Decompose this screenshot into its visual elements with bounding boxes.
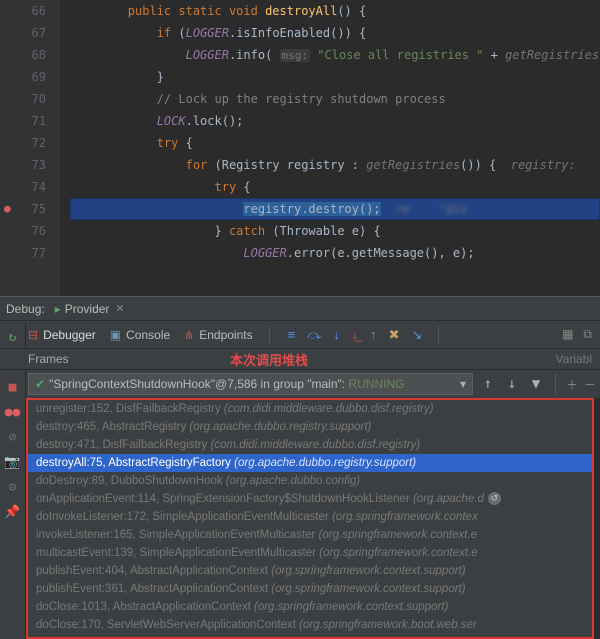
force-step-into-icon[interactable]: ↓̲ [352, 327, 359, 343]
line-number: 74 [0, 176, 46, 198]
run-icon: ▸ [55, 302, 61, 316]
console-icon: ▣ [110, 328, 121, 342]
debugger-icon: ⊟ [28, 328, 38, 342]
step-into-icon[interactable]: ↓ [333, 327, 340, 343]
separator [438, 326, 439, 344]
stack-frame[interactable]: destroy:465, AbstractRegistry (org.apach… [28, 418, 592, 436]
step-over-icon[interactable]: ⤼ [307, 327, 321, 343]
trace-current-stream-icon[interactable]: ⧉ [583, 327, 592, 342]
chevron-down-icon[interactable]: ▾ [460, 377, 466, 391]
mute-breakpoints-icon[interactable]: ⊘ [9, 430, 17, 445]
tab-debugger[interactable]: ⊟ Debugger [28, 328, 96, 342]
stack-frame[interactable]: multicastEvent:139, SimpleApplicationEve… [28, 544, 592, 562]
line-number: 72 [0, 132, 46, 154]
stack-frame[interactable]: doClose:1013, AbstractApplicationContext… [28, 598, 592, 616]
line-number: 67 [0, 22, 46, 44]
tab-endpoints-label: Endpoints [199, 328, 252, 342]
tab-console[interactable]: ▣ Console [110, 328, 170, 342]
stack-frame[interactable]: invokeListener:165, SimpleApplicationEve… [28, 526, 592, 544]
line-number: 70 [0, 88, 46, 110]
line-number: 75 [32, 202, 46, 216]
thread-dropdown[interactable]: ✔ "SpringContextShutdownHook"@7,586 in gr… [28, 373, 473, 395]
stack-frame[interactable]: doClose:170, ServletWebServerApplication… [28, 616, 592, 634]
frames-label: Frames [28, 352, 69, 366]
line-number: 73 [0, 154, 46, 176]
evaluate-expression-icon[interactable]: ▦ [562, 327, 573, 342]
line-number: 71 [0, 110, 46, 132]
stack-frame[interactable]: destroyAll:75, AbstractRegistryFactory (… [28, 454, 592, 472]
stack-frame[interactable]: unregister:152, DisfFailbackRegistry (co… [28, 400, 592, 418]
settings-icon[interactable]: ⚙ [9, 480, 17, 495]
thread-selector-row: ✔ "SpringContextShutdownHook"@7,586 in gr… [0, 370, 600, 398]
thread-name: "SpringContextShutdownHook"@7,586 in gro… [49, 377, 348, 391]
run-config-name[interactable]: Provider [65, 302, 110, 316]
variables-label: Variabl [556, 352, 592, 366]
show-execution-point-icon[interactable]: ≡ [288, 327, 296, 343]
line-number: 76 [0, 220, 46, 242]
endpoints-icon: ⋔ [184, 328, 194, 342]
annotation-overlay: 本次调用堆栈 [230, 350, 308, 369]
rerun-icon[interactable]: ↻ [9, 330, 17, 345]
code-editor[interactable]: 66 67 68 69 70 71 72 73 74 ● 75 76 77 pub… [0, 0, 600, 296]
prev-frame-icon[interactable]: ↑ [479, 376, 497, 392]
separator [269, 326, 270, 344]
stack-frames-list[interactable]: unregister:152, DisfFailbackRegistry (co… [26, 398, 594, 639]
line-number: 69 [0, 66, 46, 88]
run-to-cursor-icon[interactable]: ↘ [412, 327, 423, 343]
next-frame-icon[interactable]: ↓ [503, 376, 521, 392]
drop-frame-icon[interactable]: ✖ [389, 327, 400, 343]
line-number: 66 [0, 0, 46, 22]
stack-frame[interactable]: doDestroy:89, DubboShutdownHook (org.apa… [28, 472, 592, 490]
stack-frame[interactable]: run:949, AbstractApplicationContext$1 (o… [28, 634, 592, 639]
tab-debugger-label: Debugger [43, 328, 96, 342]
execution-line: registry.destroy(); re "dis [70, 198, 600, 220]
recursion-icon: ↺ [488, 492, 501, 505]
thread-status: RUNNING [348, 377, 404, 391]
breakpoint-icon[interactable]: ● [4, 198, 11, 220]
dump-threads-icon[interactable]: 📷 [4, 455, 20, 470]
remove-watch-icon[interactable]: － [584, 376, 596, 393]
view-breakpoints-icon[interactable]: ●● [5, 405, 21, 420]
tab-endpoints[interactable]: ⋔ Endpoints [184, 328, 252, 342]
pin-icon[interactable]: 📌 [4, 505, 20, 520]
step-out-icon[interactable]: ↑ [370, 327, 377, 343]
filter-icon[interactable]: ▼ [527, 376, 545, 392]
add-watch-icon[interactable]: ＋ [566, 376, 578, 393]
stack-frame[interactable]: destroy:471, DisfFailbackRegistry (com.d… [28, 436, 592, 454]
gutter: 66 67 68 69 70 71 72 73 74 ● 75 76 77 [0, 0, 60, 296]
debug-label: Debug: [6, 302, 45, 316]
check-icon: ✔ [35, 377, 45, 391]
stack-frame[interactable]: publishEvent:404, AbstractApplicationCon… [28, 562, 592, 580]
stack-frame[interactable]: onApplicationEvent:114, SpringExtensionF… [28, 490, 592, 508]
code-area[interactable]: public static void destroyAll() { if (LO… [60, 0, 600, 264]
stop-icon[interactable]: ■ [9, 380, 17, 395]
frames-panel-header: Frames 本次调用堆栈 Variabl [0, 348, 600, 370]
stack-frame[interactable]: doInvokeListener:172, SimpleApplicationE… [28, 508, 592, 526]
debug-tool-window-header: Debug: ▸ Provider ✕ [0, 296, 600, 320]
debug-toolbar: ⊟ Debugger ▣ Console ⋔ Endpoints ≡ ⤼ ↓ ↓… [0, 320, 600, 348]
stack-frame[interactable]: publishEvent:361, AbstractApplicationCon… [28, 580, 592, 598]
tab-console-label: Console [126, 328, 170, 342]
line-number: 77 [0, 242, 46, 264]
line-number: 68 [0, 44, 46, 66]
close-tab-icon[interactable]: ✕ [115, 302, 124, 315]
